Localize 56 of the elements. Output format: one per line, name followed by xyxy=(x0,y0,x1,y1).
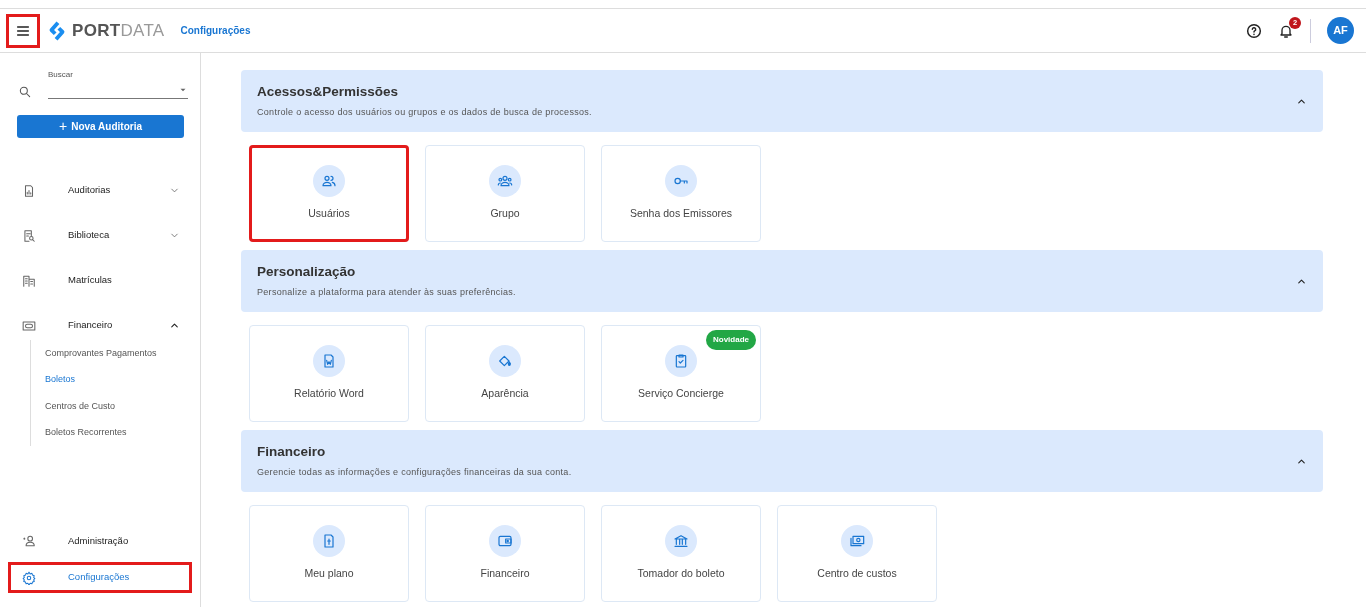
building-icon xyxy=(22,273,36,288)
search-field[interactable]: Buscar xyxy=(48,69,188,99)
section-header[interactable]: Acessos&Permissões Controle o acesso dos usuários ou grupos e os dados de busca de processos. xyxy=(241,70,1323,132)
section-title: Acessos&Permissões xyxy=(257,83,400,102)
card-label: Grupo xyxy=(490,206,520,222)
word-document-icon xyxy=(321,353,337,370)
section-header[interactable]: Financeiro Gerencie todas as informações e configurações financeiras da sua conta. xyxy=(241,430,1323,492)
card-label: Tomador do boleto xyxy=(637,566,725,582)
card-label: Serviço Concierge xyxy=(638,386,724,402)
section-title: Personalização xyxy=(257,263,357,282)
settings-card[interactable]: Centro de custos xyxy=(777,505,937,602)
settings-card[interactable]: Senha dos Emissores xyxy=(601,145,761,242)
settings-card[interactable]: Meu plano xyxy=(249,505,409,602)
sidebar-item[interactable]: Configurações xyxy=(8,562,192,593)
new-audit-button[interactable]: + Nova Auditoria xyxy=(17,115,184,138)
card-label: Senha dos Emissores xyxy=(629,206,733,222)
section-description: Personalize a plataforma para atender às suas preferências. xyxy=(257,286,517,300)
sidebar-item[interactable]: Administração xyxy=(8,520,192,562)
page-title: Configurações xyxy=(180,24,251,38)
card-label: Meu plano xyxy=(304,566,354,582)
card-label: Usuários xyxy=(308,206,350,222)
submenu-item[interactable]: Centros de Custo xyxy=(31,393,192,420)
section-header[interactable]: Personalização Personalize a plataforma para atender às suas preferências. xyxy=(241,250,1323,312)
clipboard-check-icon xyxy=(673,353,689,370)
sidebar-item[interactable]: Biblioteca xyxy=(8,213,192,258)
logo-text: PORTDATA xyxy=(72,19,165,42)
card-label: Relatório Word xyxy=(294,386,364,402)
settings-card[interactable]: Tomador do boleto xyxy=(601,505,761,602)
search-icon xyxy=(18,85,32,99)
section-title: Financeiro xyxy=(257,443,327,462)
section-description: Gerencie todas as informações e configurações financeiras da sua conta. xyxy=(257,466,573,480)
document-search-icon xyxy=(22,228,36,243)
submenu-item[interactable]: Boletos Recorrentes xyxy=(31,419,192,446)
help-icon[interactable] xyxy=(1246,22,1262,39)
settings-card[interactable]: Relatório Word xyxy=(249,325,409,422)
section-description: Controle o acesso dos usuários ou grupos e os dados de busca de processos. xyxy=(257,106,593,120)
banknote-icon xyxy=(22,318,36,333)
person-add-icon xyxy=(22,534,36,548)
card-label: Aparência xyxy=(481,386,529,402)
settings-card[interactable]: Usuários xyxy=(249,145,409,242)
report-icon xyxy=(22,183,36,198)
user-avatar[interactable]: AF xyxy=(1327,17,1354,44)
card-label: Financeiro xyxy=(480,566,530,582)
submenu-item[interactable]: Boletos xyxy=(31,366,192,393)
settings-icon xyxy=(22,570,36,585)
menu-button[interactable] xyxy=(6,13,40,48)
card-label: Centro de custos xyxy=(817,566,897,582)
sidebar-item[interactable]: Matrículas xyxy=(8,258,192,303)
sidebar-item[interactable]: Auditorias xyxy=(8,168,192,213)
new-badge: Novidade xyxy=(706,330,756,350)
settings-card[interactable]: Financeiro xyxy=(425,505,585,602)
bank-icon xyxy=(673,533,689,550)
settings-card[interactable]: Grupo xyxy=(425,145,585,242)
settings-card[interactable]: Novidade Serviço Concierge xyxy=(601,325,761,422)
settings-card[interactable]: Aparência xyxy=(425,325,585,422)
document-plus-icon xyxy=(321,533,337,550)
